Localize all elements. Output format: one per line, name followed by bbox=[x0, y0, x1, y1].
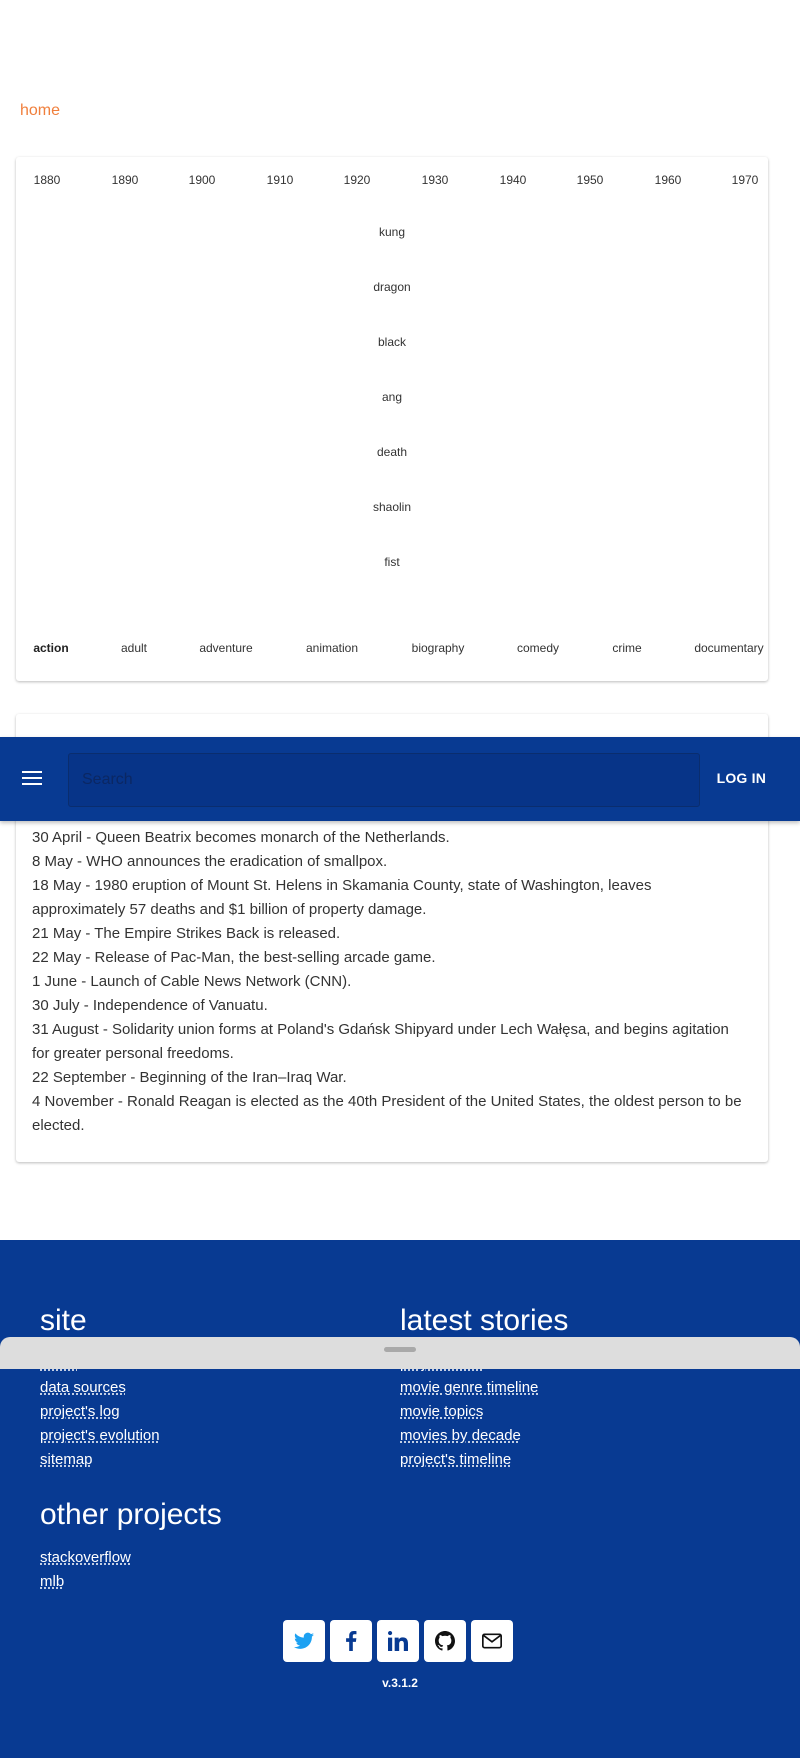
topic-word: ang bbox=[381, 390, 403, 404]
genre-timeline-card: 1880 1890 1900 1910 1920 1930 1940 1950 … bbox=[16, 157, 768, 681]
decade-label: 1970 bbox=[731, 173, 759, 187]
event-item: 8 May - WHO announces the eradication of… bbox=[32, 853, 388, 870]
footer-link-projects-log[interactable]: project's log bbox=[40, 1403, 120, 1420]
event-item: 4 November - Ronald Reagan is elected as… bbox=[32, 1093, 742, 1134]
login-button[interactable]: LOG IN bbox=[717, 770, 766, 786]
footer-other-links: stackoverflow mlb bbox=[40, 1546, 131, 1594]
topic-word-list: kung dragon black ang death shaolin fist bbox=[16, 225, 768, 610]
genre-tab-action[interactable]: action bbox=[33, 641, 68, 655]
genre-tab-crime[interactable]: crime bbox=[612, 641, 641, 655]
event-item: 31 August - Solidarity union forms at Po… bbox=[32, 1021, 729, 1062]
event-item: 1 June - Launch of Cable News Network (C… bbox=[32, 973, 352, 990]
topic-word: black bbox=[377, 335, 406, 349]
topic-word: death bbox=[376, 445, 408, 459]
genre-tab-biography[interactable]: biography bbox=[412, 641, 465, 655]
footer-link-projects-evolution[interactable]: project's evolution bbox=[40, 1427, 160, 1444]
decade-label: 1940 bbox=[499, 173, 527, 187]
footer-link-projects-timeline[interactable]: project's timeline bbox=[400, 1451, 511, 1468]
menu-icon[interactable] bbox=[18, 767, 46, 791]
topic-word: dragon bbox=[373, 280, 411, 294]
github-icon[interactable] bbox=[424, 1620, 466, 1662]
footer-link-movies-by-decade[interactable]: movies by decade bbox=[400, 1427, 521, 1444]
decade-label: 1900 bbox=[188, 173, 216, 187]
genre-tab-adventure[interactable]: adventure bbox=[199, 641, 252, 655]
genre-tab-documentary[interactable]: documentary bbox=[694, 641, 763, 655]
event-item: 21 May - The Empire Strikes Back is rele… bbox=[32, 925, 341, 942]
event-item: 22 September - Beginning of the Iran–Ira… bbox=[32, 1069, 347, 1086]
decade-label: 1910 bbox=[266, 173, 294, 187]
event-item: 18 May - 1980 eruption of Mount St. Hele… bbox=[32, 877, 652, 918]
genre-tab-comedy[interactable]: comedy bbox=[517, 641, 559, 655]
decade-label: 1950 bbox=[576, 173, 604, 187]
email-icon[interactable] bbox=[471, 1620, 513, 1662]
decade-label: 1930 bbox=[421, 173, 449, 187]
footer-link-stackoverflow[interactable]: stackoverflow bbox=[40, 1549, 131, 1566]
drag-handle-icon bbox=[384, 1347, 416, 1352]
topic-word: kung bbox=[378, 225, 406, 239]
footer-stories-links: project's dev movie genre timeline movie… bbox=[400, 1352, 538, 1472]
twitter-icon[interactable] bbox=[283, 1620, 325, 1662]
footer-link-mlb[interactable]: mlb bbox=[40, 1573, 64, 1590]
footer-link-movie-genre-timeline[interactable]: movie genre timeline bbox=[400, 1379, 538, 1396]
events-list: 30 April - Queen Beatrix becomes monarch… bbox=[32, 826, 748, 1138]
bottom-drawer-handle[interactable] bbox=[0, 1337, 800, 1369]
footer-stories-title: latest stories bbox=[400, 1304, 569, 1337]
decade-label: 1890 bbox=[111, 173, 139, 187]
facebook-icon[interactable] bbox=[330, 1620, 372, 1662]
version-label: v.3.1.2 bbox=[382, 1676, 418, 1690]
topic-word: fist bbox=[384, 555, 400, 569]
decade-axis: 1880 1890 1900 1910 1920 1930 1940 1950 … bbox=[16, 173, 768, 197]
decade-label: 1920 bbox=[343, 173, 371, 187]
top-app-bar: LOG IN bbox=[0, 737, 800, 821]
genre-tab-adult[interactable]: adult bbox=[121, 641, 147, 655]
event-item: 30 April - Queen Beatrix becomes monarch… bbox=[32, 829, 450, 846]
event-item: 22 May - Release of Pac-Man, the best-se… bbox=[32, 949, 436, 966]
decade-label: 1960 bbox=[654, 173, 682, 187]
footer-site-links: about data sources project's log project… bbox=[40, 1352, 160, 1472]
genre-tabs: action adult adventure animation biograp… bbox=[16, 641, 768, 665]
topic-word: shaolin bbox=[372, 500, 412, 514]
footer: site about data sources project's log pr… bbox=[0, 1240, 800, 1758]
decade-label: 1880 bbox=[33, 173, 61, 187]
event-item: 30 July - Independence of Vanuatu. bbox=[32, 997, 268, 1014]
footer-link-sitemap[interactable]: sitemap bbox=[40, 1451, 93, 1468]
search-input[interactable] bbox=[68, 753, 700, 807]
footer-link-movie-topics[interactable]: movie topics bbox=[400, 1403, 483, 1420]
breadcrumb-home-link[interactable]: home bbox=[20, 102, 60, 120]
genre-tab-animation[interactable]: animation bbox=[306, 641, 358, 655]
footer-link-data-sources[interactable]: data sources bbox=[40, 1379, 126, 1396]
footer-site-title: site bbox=[40, 1304, 87, 1337]
linkedin-icon[interactable] bbox=[377, 1620, 419, 1662]
footer-other-projects-title: other projects bbox=[40, 1498, 222, 1531]
